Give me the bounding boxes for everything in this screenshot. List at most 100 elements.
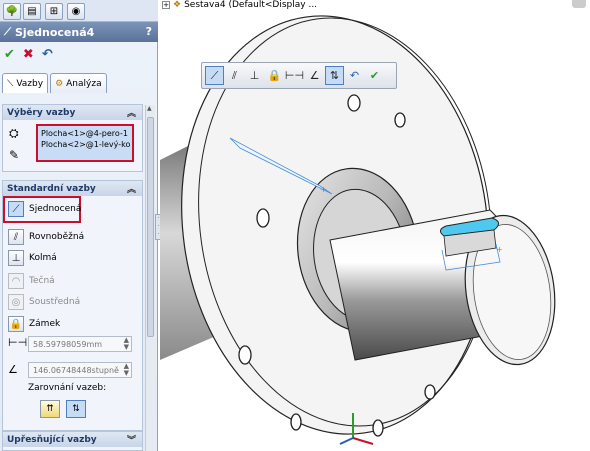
pin-icon[interactable]: ✎ <box>9 148 19 162</box>
mate-lock[interactable]: 🔒 Zámek <box>8 315 60 333</box>
manager-tabs: 🌳 ▤ ⊞ ◉ <box>0 0 158 22</box>
tab-vazby[interactable]: ⟍ Vazby <box>2 73 49 93</box>
tab-analyza-label: Analýza <box>66 78 102 89</box>
mate-perpendicular-label: Kolmá <box>29 253 57 263</box>
flip-alignment-button[interactable]: ⇅ <box>325 66 344 85</box>
perpendicular-icon: ⊥ <box>8 250 24 266</box>
lock-icon: 🔒 <box>8 316 24 332</box>
scroll-thumb[interactable] <box>147 117 154 337</box>
z-axis-icon <box>339 437 354 445</box>
advanced-mates-title: Upřesňující vazby <box>7 434 97 445</box>
angle-input[interactable]: 146.06748448stupně ▲ ▼ <box>28 362 132 378</box>
distance-icon: ⊢⊣ <box>284 69 305 82</box>
lock-button[interactable]: 🔒 <box>265 66 284 85</box>
property-manager-tab[interactable]: ▤ <box>23 3 41 20</box>
face-marker-icon: + <box>496 245 503 254</box>
coincident-icon: ⟋ <box>210 68 219 82</box>
distance-icon[interactable]: ⊢⊣ <box>8 336 27 349</box>
flip-icon: ⇅ <box>329 69 340 82</box>
action-buttons: ✔ ✖ ↶ <box>4 45 53 63</box>
expand-down-icon: ︾ <box>126 436 136 446</box>
mate-context-toolbar: ⟋ ⫽ ⊥ 🔒 ⊢⊣ ∠ ⇅ ↶ ✔ <box>201 62 397 89</box>
selection-item[interactable]: Plocha<1>@4-pero-1 <box>40 128 130 139</box>
distance-input[interactable]: 58.59798059mm ▲ ▼ <box>28 336 132 352</box>
selection-icon: ⛭ <box>9 126 19 140</box>
perpendicular-icon: ⊥ <box>249 69 260 82</box>
mate-coincident-label: Sjednocená <box>29 204 82 214</box>
angle-icon: ∠ <box>309 69 320 82</box>
coincident-icon: ⟋ <box>8 201 24 217</box>
orientation-triad <box>339 413 374 445</box>
assembly-name: Sestava4 (Default<Display ... <box>184 0 318 10</box>
analysis-icon: ⚙ <box>55 78 64 89</box>
assembly-icon: ❖ <box>173 0 182 10</box>
undo-button[interactable]: ↶ <box>345 66 364 85</box>
feature-title: Sjednocená4 <box>15 25 95 39</box>
standard-mates-header[interactable]: Standardní vazby ︽ <box>3 181 142 196</box>
configuration-manager-icon: ⊞ <box>49 6 59 17</box>
aligned-button[interactable]: ⇈ <box>40 400 60 418</box>
configuration-manager-tab[interactable]: ⊞ <box>45 3 63 20</box>
lock-icon: 🔒 <box>267 69 282 82</box>
help-button[interactable]: ? <box>146 25 152 38</box>
mate-selection-list[interactable]: Plocha<1>@4-pero-1 Plocha<2>@1-levý-ko <box>36 124 134 162</box>
distance-button[interactable]: ⊢⊣ <box>285 66 304 85</box>
feature-manager-tab[interactable]: 🌳 <box>3 3 21 20</box>
mate-selections-title: Výběry vazby <box>7 107 76 118</box>
property-manager-panel: 🌳 ▤ ⊞ ◉ ⟋ Sjednocená4 ? ✔ ✖ ↶ ⟍ Vazby ⚙ … <box>0 0 158 451</box>
graphics-area[interactable]: + + + ❖ Sestava4 (Default<Display ... ⟋ … <box>160 0 590 451</box>
angle-button[interactable]: ∠ <box>305 66 324 85</box>
aligned-icon: ⇈ <box>46 404 54 414</box>
feature-title-bar: ⟋ Sjednocená4 ? <box>0 22 158 42</box>
angle-icon[interactable]: ∠ <box>8 363 18 376</box>
parallel-icon: ⫽ <box>232 68 237 82</box>
tab-vazby-label: Vazby <box>16 78 44 89</box>
mate-concentric-label: Soustředná <box>29 297 81 307</box>
ok-icon: ✔ <box>369 69 380 82</box>
perpendicular-button[interactable]: ⊥ <box>245 66 264 85</box>
window-corner-icon <box>572 0 586 8</box>
advanced-mates-section: Upřesňující vazby ︾ <box>2 431 143 451</box>
undo-button[interactable]: ↶ <box>42 47 53 62</box>
angle-spinner[interactable]: ▲ ▼ <box>124 363 129 377</box>
scroll-up-icon[interactable]: ▲ <box>147 105 152 112</box>
mate-tangent-label: Tečná <box>29 276 55 286</box>
anti-aligned-button[interactable]: ⇅ <box>66 400 86 418</box>
panel-scrollbar[interactable]: ▲ <box>145 105 155 451</box>
expand-icon[interactable]: + <box>162 1 170 9</box>
parallel-icon: ⫽ <box>8 229 24 245</box>
advanced-mates-header[interactable]: Upřesňující vazby ︾ <box>3 432 142 447</box>
ok-button[interactable]: ✔ <box>4 47 15 62</box>
coincident-button[interactable]: ⟋ <box>205 66 224 85</box>
parallel-button[interactable]: ⫽ <box>225 66 244 85</box>
standard-mates-title: Standardní vazby <box>7 183 96 194</box>
panel-subtabs: ⟍ Vazby ⚙ Analýza <box>2 73 107 93</box>
selection-item[interactable]: Plocha<2>@1-levý-ko <box>40 139 130 150</box>
mate-coincident[interactable]: ⟋ Sjednocená <box>8 200 81 218</box>
face-marker-icon: + <box>320 185 327 194</box>
property-manager-icon: ▤ <box>27 6 37 17</box>
coincident-mate-icon: ⟋ <box>4 26 11 38</box>
tangent-icon: ◠ <box>8 273 24 289</box>
mate-parallel-label: Rovnoběžná <box>29 232 85 242</box>
x-axis-icon <box>352 437 374 445</box>
cancel-button[interactable]: ✖ <box>23 47 34 62</box>
collapse-up-icon: ︽ <box>126 109 136 119</box>
distance-value: 58.59798059mm <box>33 339 103 349</box>
mate-perpendicular[interactable]: ⊥ Kolmá <box>8 249 57 267</box>
tab-analyza[interactable]: ⚙ Analýza <box>50 73 107 93</box>
appearance-tab[interactable]: ◉ <box>67 3 85 20</box>
mate-parallel[interactable]: ⫽ Rovnoběžná <box>8 228 84 246</box>
ok-button[interactable]: ✔ <box>365 66 384 85</box>
distance-spinner[interactable]: ▲ ▼ <box>124 337 129 351</box>
alignment-label: Zarovnání vazeb: <box>28 383 107 393</box>
appearance-icon: ◉ <box>71 6 81 17</box>
angle-value: 146.06748448stupně <box>33 365 119 375</box>
feature-tree-flyout[interactable]: + ❖ Sestava4 (Default<Display ... <box>162 0 317 10</box>
mate-tangent: ◠ Tečná <box>8 272 55 290</box>
feature-manager-icon: 🌳 <box>5 6 19 17</box>
mate-selections-header[interactable]: Výběry vazby ︽ <box>3 105 142 120</box>
collapse-up-icon: ︽ <box>126 185 136 195</box>
concentric-icon: ◎ <box>8 294 24 310</box>
undo-icon: ↶ <box>349 69 360 82</box>
